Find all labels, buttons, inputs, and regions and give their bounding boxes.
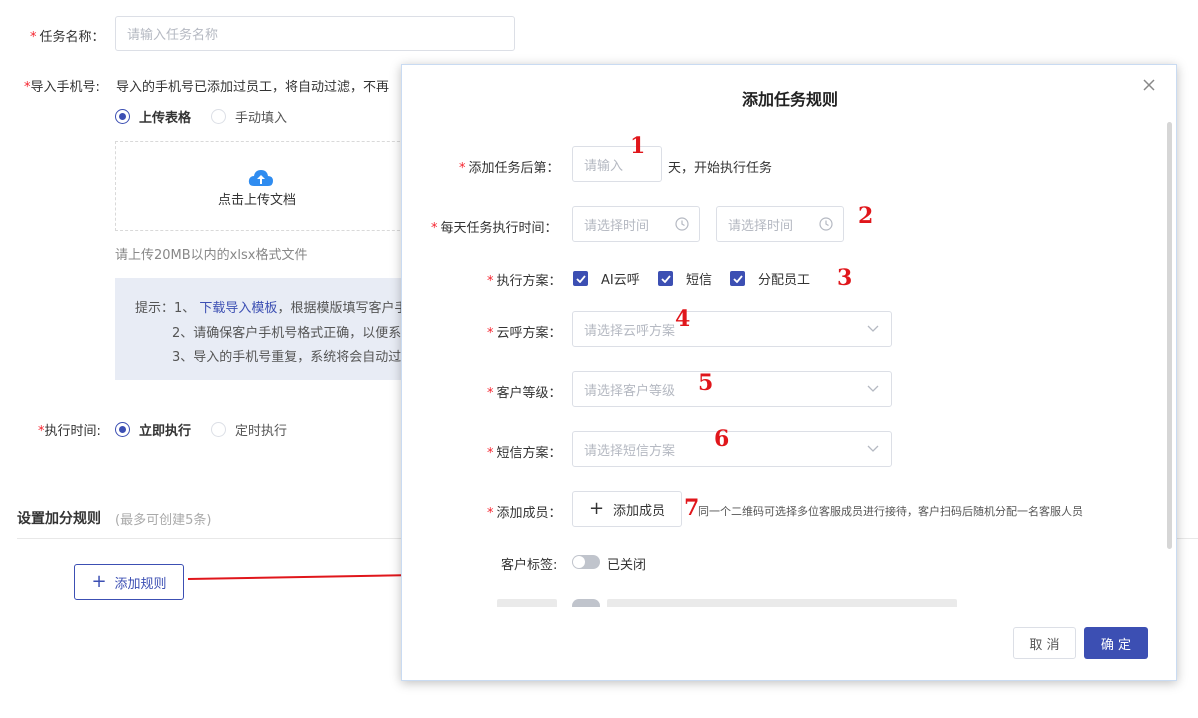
annotation-number: 5 xyxy=(698,370,714,396)
upload-table-radio[interactable]: 上传表格 xyxy=(115,107,191,126)
clock-icon xyxy=(819,217,833,231)
radio-unchecked-icon xyxy=(211,109,226,124)
customer-level-label: * 客户等级： xyxy=(487,386,562,401)
add-member-button[interactable]: + 添加成员 xyxy=(572,491,682,527)
plan-checkbox-assign-staff[interactable]: 分配员工 xyxy=(730,269,810,288)
customer-level-select[interactable]: 请选择客户等级 xyxy=(572,371,892,407)
tips-box: 提示：1、 下载导入模板，根据模版填写客户手 2、请确保客户手机号格式正确，以便… xyxy=(115,278,415,380)
exec-plan-label: * 执行方案： xyxy=(487,274,562,289)
customer-tag-label: 客户标签: xyxy=(501,558,558,573)
exec-time-label: *执行时间: xyxy=(38,424,101,439)
plus-icon: + xyxy=(588,498,605,519)
scrollbar[interactable] xyxy=(1167,122,1172,549)
annotation-number: 6 xyxy=(714,426,730,452)
chevron-down-icon xyxy=(867,385,879,392)
upload-note: 请上传20MB以内的xlsx格式文件 xyxy=(115,248,308,263)
annotation-number: 3 xyxy=(837,265,853,291)
daily-time-label: * 每天任务执行时间： xyxy=(431,221,558,236)
end-time-picker[interactable]: 请选择时间 xyxy=(716,206,844,242)
upload-dropzone[interactable]: 点击上传文档 xyxy=(115,141,415,231)
checkbox-checked-icon xyxy=(573,271,588,286)
cancel-button[interactable]: 取 消 xyxy=(1013,627,1076,659)
download-template-link[interactable]: 下载导入模板 xyxy=(199,301,277,316)
cloud-upload-icon xyxy=(248,170,273,186)
customer-tag-state: 已关闭 xyxy=(607,558,647,573)
confirm-button[interactable]: 确 定 xyxy=(1084,627,1148,659)
radio-checked-icon xyxy=(115,422,130,437)
manual-fill-radio[interactable]: 手动填入 xyxy=(211,107,287,126)
arrow-annotation-icon xyxy=(187,569,428,581)
import-phone-hint: 导入的手机号已添加过员工，将自动过滤，不再 xyxy=(116,80,390,95)
plus-icon: + xyxy=(91,571,107,592)
annotation-number: 4 xyxy=(675,306,691,332)
add-rule-button[interactable]: + 添加规则 xyxy=(74,564,184,600)
task-name-input[interactable]: 请输入任务名称 xyxy=(115,16,515,51)
import-phone-label: *导入手机号: xyxy=(24,80,100,95)
add-member-hint: 同一个二维码可选择多位客服成员进行接待，客户扫码后随机分配一名客服人员 xyxy=(698,505,1083,518)
radio-checked-icon xyxy=(115,109,130,124)
exec-now-radio[interactable]: 立即执行 xyxy=(115,420,191,439)
chevron-down-icon xyxy=(867,445,879,452)
clipped-row xyxy=(402,595,1162,607)
cloud-call-label: * 云呼方案： xyxy=(487,326,562,341)
add-member-label: * 添加成员： xyxy=(487,506,562,521)
checkbox-checked-icon xyxy=(658,271,673,286)
clock-icon xyxy=(675,217,689,231)
exec-timed-radio[interactable]: 定时执行 xyxy=(211,420,287,439)
chevron-down-icon xyxy=(867,325,879,332)
tips-line-3: 3、导入的手机号重复，系统将会自动过 xyxy=(172,350,402,365)
plan-checkbox-ai-call[interactable]: AI云呼 xyxy=(573,269,640,288)
days-input[interactable]: 请输入 xyxy=(572,146,662,182)
days-suffix: 天，开始执行任务 xyxy=(668,161,773,176)
days-after-label: * 添加任务后第： xyxy=(459,161,560,176)
plan-checkbox-sms[interactable]: 短信 xyxy=(658,269,712,288)
sms-plan-select[interactable]: 请选择短信方案 xyxy=(572,431,892,467)
cloud-call-select[interactable]: 请选择云呼方案 xyxy=(572,311,892,347)
close-icon[interactable] xyxy=(1142,78,1156,92)
start-time-picker[interactable]: 请选择时间 xyxy=(572,206,700,242)
tips-line-2: 2、请确保客户手机号格式正确，以便系 xyxy=(172,326,402,341)
annotation-number: 7 xyxy=(684,495,700,521)
tips-line-1: 提示：1、 下载导入模板，根据模版填写客户手 xyxy=(135,301,408,316)
bonus-rules-title: 设置加分规则 xyxy=(17,511,101,527)
radio-unchecked-icon xyxy=(211,422,226,437)
checkbox-checked-icon xyxy=(730,271,745,286)
bonus-rules-hint: (最多可创建5条) xyxy=(115,513,212,528)
task-name-label: * 任务名称： xyxy=(30,30,105,45)
annotation-number: 2 xyxy=(858,203,874,229)
add-task-rule-dialog: 添加任务规则 * 添加任务后第： 请输入 天，开始执行任务 * 每天任务执行时间： … xyxy=(401,64,1177,681)
sms-plan-label: * 短信方案： xyxy=(487,446,562,461)
customer-tag-toggle[interactable] xyxy=(572,555,600,569)
dialog-title: 添加任务规则 xyxy=(741,90,838,109)
annotation-number: 1 xyxy=(630,133,646,159)
